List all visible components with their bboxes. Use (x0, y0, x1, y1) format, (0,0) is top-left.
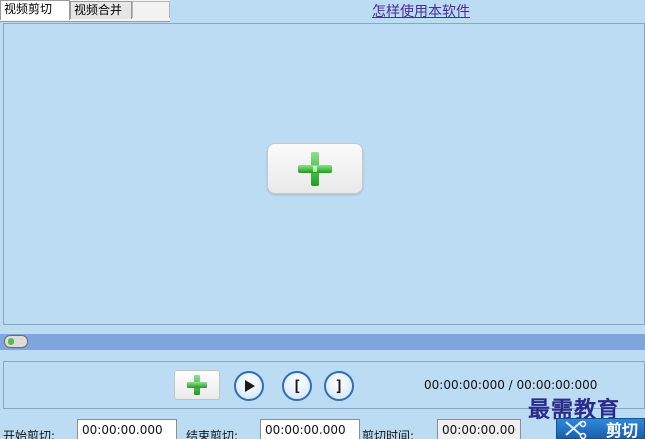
start-cut-input[interactable] (77, 419, 177, 439)
scissors-icon (565, 420, 587, 439)
tab-video-merge[interactable]: 视频合并 (70, 1, 132, 19)
play-icon (245, 380, 255, 392)
plus-icon (298, 151, 332, 186)
end-cut-label: 结束剪切: (186, 429, 239, 439)
end-cut-input[interactable] (260, 419, 360, 439)
timeline-track[interactable] (0, 334, 645, 350)
cut-button[interactable]: 剪切 (556, 418, 645, 439)
timeline-handle[interactable] (4, 335, 28, 348)
mark-out-icon: ] (334, 376, 344, 395)
plus-icon (187, 375, 207, 395)
cut-duration-label: 剪切时间: (362, 429, 415, 439)
video-preview-area[interactable] (3, 23, 645, 325)
cut-button-label: 剪切 (605, 420, 638, 439)
help-link[interactable]: 怎样使用本软件 (372, 1, 470, 21)
start-cut-label: 开始剪切: (3, 429, 56, 439)
mark-in-icon: [ (292, 376, 302, 395)
mark-out-button[interactable]: ] (324, 371, 354, 401)
tab-video-cut-label: 视频剪切 (4, 2, 53, 16)
time-readout: 00:00:00:000 / 00:00:00:000 (424, 378, 598, 392)
cut-duration-input (437, 419, 521, 439)
tab-video-merge-label: 视频合并 (74, 3, 123, 17)
add-file-button[interactable] (174, 370, 220, 400)
tab-video-cut[interactable]: 视频剪切 (0, 0, 70, 20)
mark-in-button[interactable]: [ (282, 371, 312, 401)
add-video-button[interactable] (267, 143, 363, 194)
tab-strip-blank (132, 1, 170, 18)
play-button[interactable] (234, 371, 264, 401)
tab-strip: 视频剪切 视频合并 (0, 0, 170, 22)
